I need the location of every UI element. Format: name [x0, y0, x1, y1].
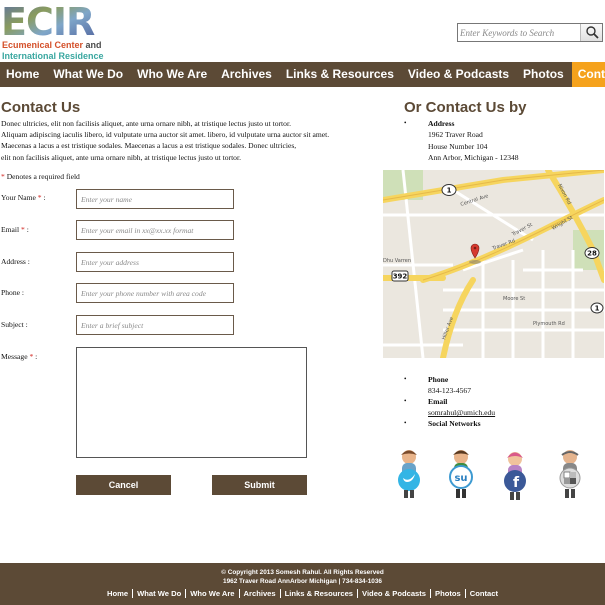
footer-link-video-podcasts[interactable]: Video & Podcasts	[358, 589, 430, 598]
footer-link-home[interactable]: Home	[103, 589, 132, 598]
nav-video-podcasts[interactable]: Video & Podcasts	[402, 62, 517, 87]
message-textarea[interactable]	[76, 347, 307, 458]
footer-link-contact[interactable]: Contact	[466, 589, 502, 598]
required-star: *	[29, 352, 34, 361]
intro-line: Donec ultricies, elit non facilisis aliq…	[1, 119, 291, 128]
logo-mark-text: ECIR	[1, 2, 95, 38]
svg-text:1: 1	[595, 305, 600, 313]
name-label: Your Name * :	[1, 193, 46, 202]
bullet: •	[404, 397, 407, 405]
nav-photos[interactable]: Photos	[517, 62, 572, 87]
address-field[interactable]	[76, 252, 234, 272]
nav-what-we-do[interactable]: What We Do	[47, 62, 131, 87]
address-line: House Number 104	[428, 141, 488, 151]
address-title: Address	[428, 119, 455, 128]
cancel-button[interactable]: Cancel	[76, 475, 171, 495]
intro-line: Maecenas a lacus a est tristique sodales…	[1, 141, 297, 151]
intro-text: Donec ultricies, elit non facilisis aliq…	[1, 118, 381, 163]
main-nav: Home What We Do Who We Are Archives Link…	[0, 62, 605, 87]
bullet: •	[404, 419, 407, 427]
intro-line: Aliquam adipiscing iaculis libero, id vu…	[1, 130, 330, 140]
intro-line: elit non facilisis aliquet, ante urna or…	[1, 152, 241, 162]
required-star: *	[37, 193, 42, 202]
street-label: Moore St	[503, 296, 525, 302]
nav-home[interactable]: Home	[0, 62, 47, 87]
route-shield-1: 1	[441, 184, 457, 196]
subject-label: Subject :	[1, 320, 28, 329]
route-shield-1: 1	[590, 302, 604, 314]
site-logo[interactable]: ECIR Ecumenical Center and International…	[1, 2, 113, 61]
delicious-icon[interactable]	[553, 447, 587, 499]
address-label: Address :	[1, 257, 30, 266]
address-block: • Address 1962 Traver Road House Number …	[404, 118, 519, 163]
footer-link-who-we-are[interactable]: Who We Are	[186, 589, 238, 598]
message-label: Message * :	[1, 352, 38, 361]
email-field[interactable]	[76, 220, 234, 240]
phone-label: Phone :	[1, 288, 24, 297]
logo-text-line2: International Residence	[2, 51, 104, 61]
facebook-icon[interactable]: f	[498, 449, 532, 501]
footer-link-links-resources[interactable]: Links & Resources	[281, 589, 357, 598]
footer-link-photos[interactable]: Photos	[431, 589, 465, 598]
email-title: Email	[428, 397, 448, 406]
footer-link-what-we-do[interactable]: What We Do	[133, 589, 185, 598]
address-line: 1962 Traver Road	[428, 130, 483, 140]
nav-who-we-are[interactable]: Who We Are	[131, 62, 215, 87]
footer-copyright: © Copyright 2013 Somesh Rahul. All Right…	[0, 569, 605, 586]
contact-heading: Contact Us	[1, 99, 81, 116]
footer-link-archives[interactable]: Archives	[240, 589, 280, 598]
footer-nav: Home What We Do Who We Are Archives Link…	[0, 589, 605, 598]
svg-text:su: su	[454, 473, 467, 484]
phone-value: 834-123-4567	[428, 386, 472, 395]
email-link[interactable]: somrahul@umich.edu	[428, 407, 495, 418]
bullet: •	[404, 375, 407, 383]
phone-field[interactable]	[76, 283, 234, 303]
footer-address: 1962 Traver Road AnnArbor Michigan | 734…	[223, 577, 382, 585]
nav-contact[interactable]: Contact	[571, 62, 605, 87]
street-label: Plymouth Rd	[533, 321, 565, 327]
route-shield-28: 28	[584, 247, 600, 259]
submit-button[interactable]: Submit	[212, 475, 307, 495]
nav-archives[interactable]: Archives	[215, 62, 280, 87]
search-input[interactable]	[460, 25, 578, 40]
search-button[interactable]	[580, 24, 602, 41]
footer: © Copyright 2013 Somesh Rahul. All Right…	[0, 563, 605, 605]
bullet: •	[404, 119, 407, 127]
svg-text:1: 1	[447, 187, 452, 195]
street-label: Dhu Varren	[383, 258, 411, 264]
map-graphic: 1 28 392 1 Central Ave Traver Rd Traver …	[383, 170, 604, 358]
location-map[interactable]: 1 28 392 1 Central Ave Traver Rd Traver …	[383, 170, 604, 358]
stumbleupon-icon[interactable]: su	[444, 447, 478, 499]
phone-title: Phone	[428, 375, 449, 384]
search-box	[457, 23, 603, 42]
ecir-logo-mark: ECIR	[1, 2, 96, 38]
route-shield-392: 392	[391, 270, 409, 282]
social-title: Social Networks	[428, 419, 481, 428]
nav-links-resources[interactable]: Links & Resources	[280, 62, 402, 87]
svg-text:392: 392	[393, 273, 408, 281]
or-contact-heading: Or Contact Us by	[404, 99, 527, 116]
svg-text:f: f	[513, 475, 520, 491]
copyright-text: © Copyright 2013 Somesh Rahul. All Right…	[221, 569, 384, 576]
address-line: Ann Arbor, Michigan - 12348	[428, 152, 519, 162]
required-note: * Denotes a required field	[1, 172, 80, 181]
svg-text:28: 28	[587, 250, 597, 258]
name-field[interactable]	[76, 189, 234, 209]
email-label: Email * :	[1, 225, 29, 234]
required-star: *	[21, 225, 25, 234]
magnifier-icon	[586, 26, 599, 39]
contact-methods: • Phone 834-123-4567 • Email somrahul@umic…	[404, 374, 495, 429]
twitter-icon[interactable]	[392, 447, 426, 499]
subject-field[interactable]	[76, 315, 234, 335]
logo-text-line1: Ecumenical Center and	[2, 40, 102, 50]
